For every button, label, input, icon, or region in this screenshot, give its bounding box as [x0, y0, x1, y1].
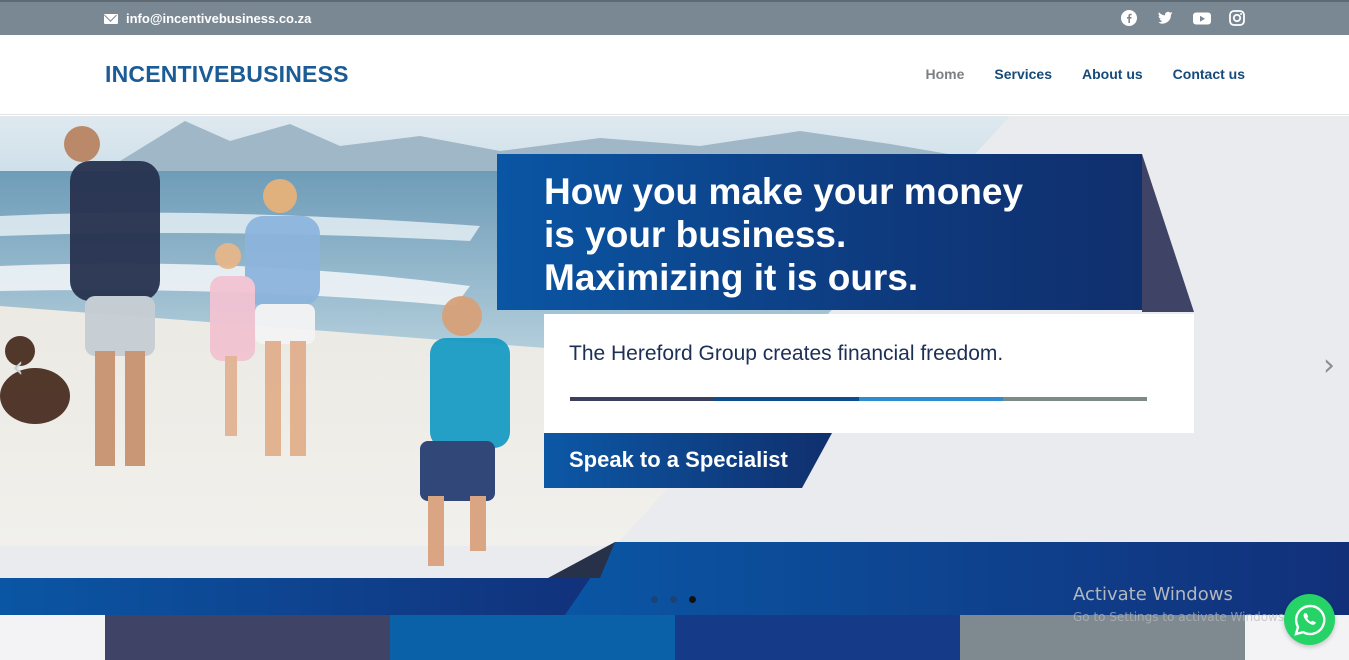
main-nav: Home Services About us Contact us [925, 66, 1245, 82]
feature-tile-1[interactable] [105, 615, 390, 660]
slider-dot-1[interactable] [651, 596, 658, 603]
color-stripe [570, 397, 1147, 401]
top-info-bar: info@incentivebusiness.co.za [0, 0, 1349, 35]
social-links [1121, 10, 1245, 26]
speak-to-specialist-button[interactable]: Speak to a Specialist [544, 433, 834, 488]
hero-subtext: The Hereford Group creates financial fre… [569, 342, 1004, 365]
nav-about-us[interactable]: About us [1082, 66, 1143, 82]
youtube-icon[interactable] [1193, 10, 1211, 26]
slider-dot-3[interactable] [689, 596, 696, 603]
site-header: INCENTIVEBUSINESS Home Services About us… [0, 35, 1349, 115]
slider-prev-arrow[interactable]: ‹ [12, 350, 24, 385]
nav-contact-us[interactable]: Contact us [1173, 66, 1245, 82]
contact-email[interactable]: info@incentivebusiness.co.za [104, 11, 311, 26]
feature-tile-2[interactable] [390, 615, 675, 660]
instagram-icon[interactable] [1229, 10, 1245, 26]
slider-dots [651, 596, 696, 603]
contact-email-text[interactable]: info@incentivebusiness.co.za [126, 11, 311, 26]
feature-tile-3[interactable] [675, 615, 960, 660]
activate-windows-watermark: Activate Windows Go to Settings to activ… [1073, 584, 1288, 624]
facebook-icon[interactable] [1121, 10, 1137, 26]
hero-slider: How you make your money is your business… [0, 116, 1349, 615]
twitter-icon[interactable] [1157, 10, 1173, 26]
whatsapp-button[interactable] [1284, 594, 1335, 645]
watermark-title: Activate Windows [1073, 584, 1233, 605]
headline-box: How you make your money is your business… [497, 154, 1142, 310]
nav-home[interactable]: Home [925, 66, 964, 82]
slider-dot-2[interactable] [670, 596, 677, 603]
site-logo[interactable]: INCENTIVEBUSINESS [105, 61, 349, 88]
watermark-subtitle: Go to Settings to activate Windows. [1073, 610, 1288, 624]
cta-label[interactable]: Speak to a Specialist [569, 447, 788, 473]
envelope-icon [104, 13, 118, 24]
whatsapp-icon [1293, 604, 1325, 636]
subtext-card: The Hereford Group creates financial fre… [544, 314, 1194, 433]
hero-headline: How you make your money is your business… [544, 171, 1024, 298]
slider-next-arrow[interactable]: › [1323, 348, 1335, 383]
nav-services[interactable]: Services [994, 66, 1052, 82]
